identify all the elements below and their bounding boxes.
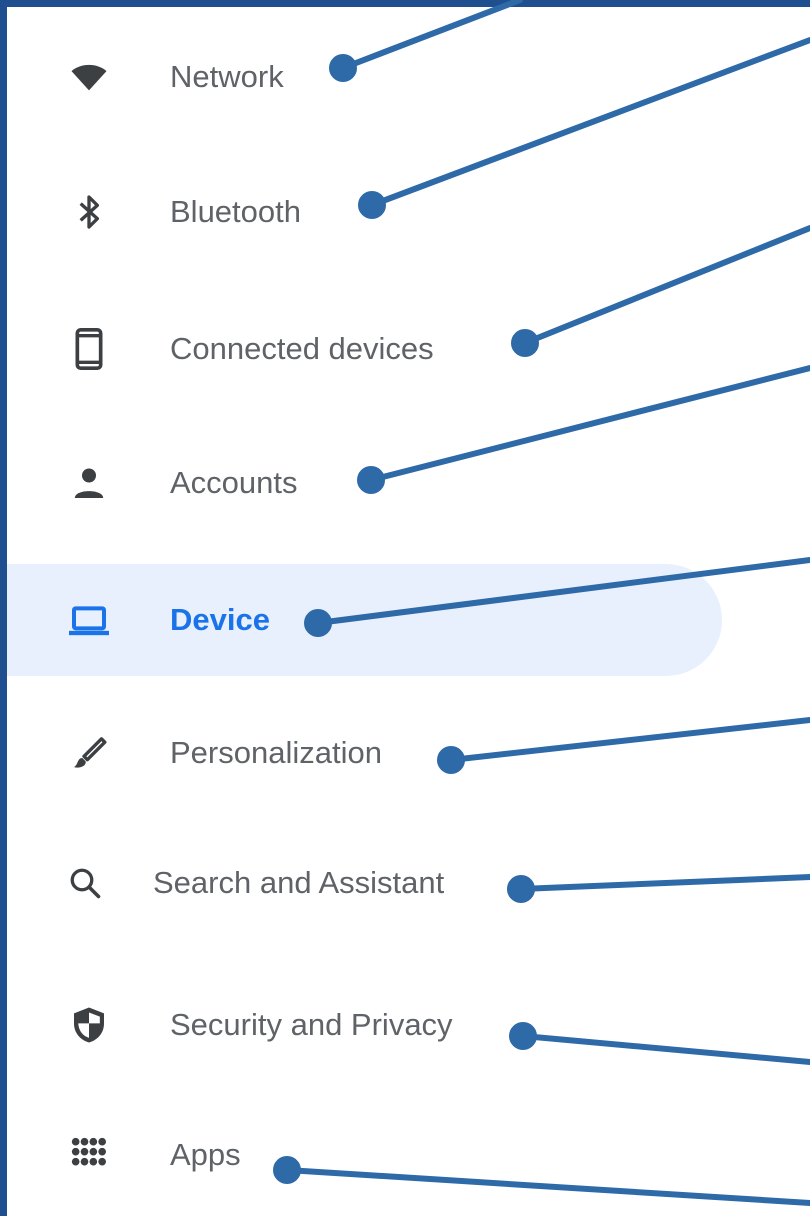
menu-item-label: Connected devices bbox=[170, 331, 434, 366]
menu-item-label: Bluetooth bbox=[170, 194, 301, 229]
bluetooth-icon bbox=[67, 190, 111, 234]
menu-item-label: Search and Assistant bbox=[153, 865, 445, 900]
menu-item-label: Accounts bbox=[170, 465, 298, 500]
menu-item-label: Device bbox=[170, 602, 270, 637]
search-icon bbox=[63, 861, 107, 905]
wifi-icon bbox=[67, 55, 111, 99]
phone-icon bbox=[67, 327, 111, 371]
apps-grid-icon bbox=[67, 1133, 111, 1177]
laptop-icon bbox=[67, 598, 111, 642]
menu-item-label: Network bbox=[170, 59, 284, 94]
brush-icon bbox=[67, 731, 111, 775]
shield-icon bbox=[67, 1003, 111, 1047]
menu-item-label: Personalization bbox=[170, 735, 382, 770]
menu-item-label: Apps bbox=[170, 1137, 241, 1172]
settings-sidebar-menu: Network Bluetooth Connected devices Acco… bbox=[0, 0, 810, 1216]
menu-item-label: Security and Privacy bbox=[170, 1007, 453, 1042]
person-icon bbox=[67, 461, 111, 505]
